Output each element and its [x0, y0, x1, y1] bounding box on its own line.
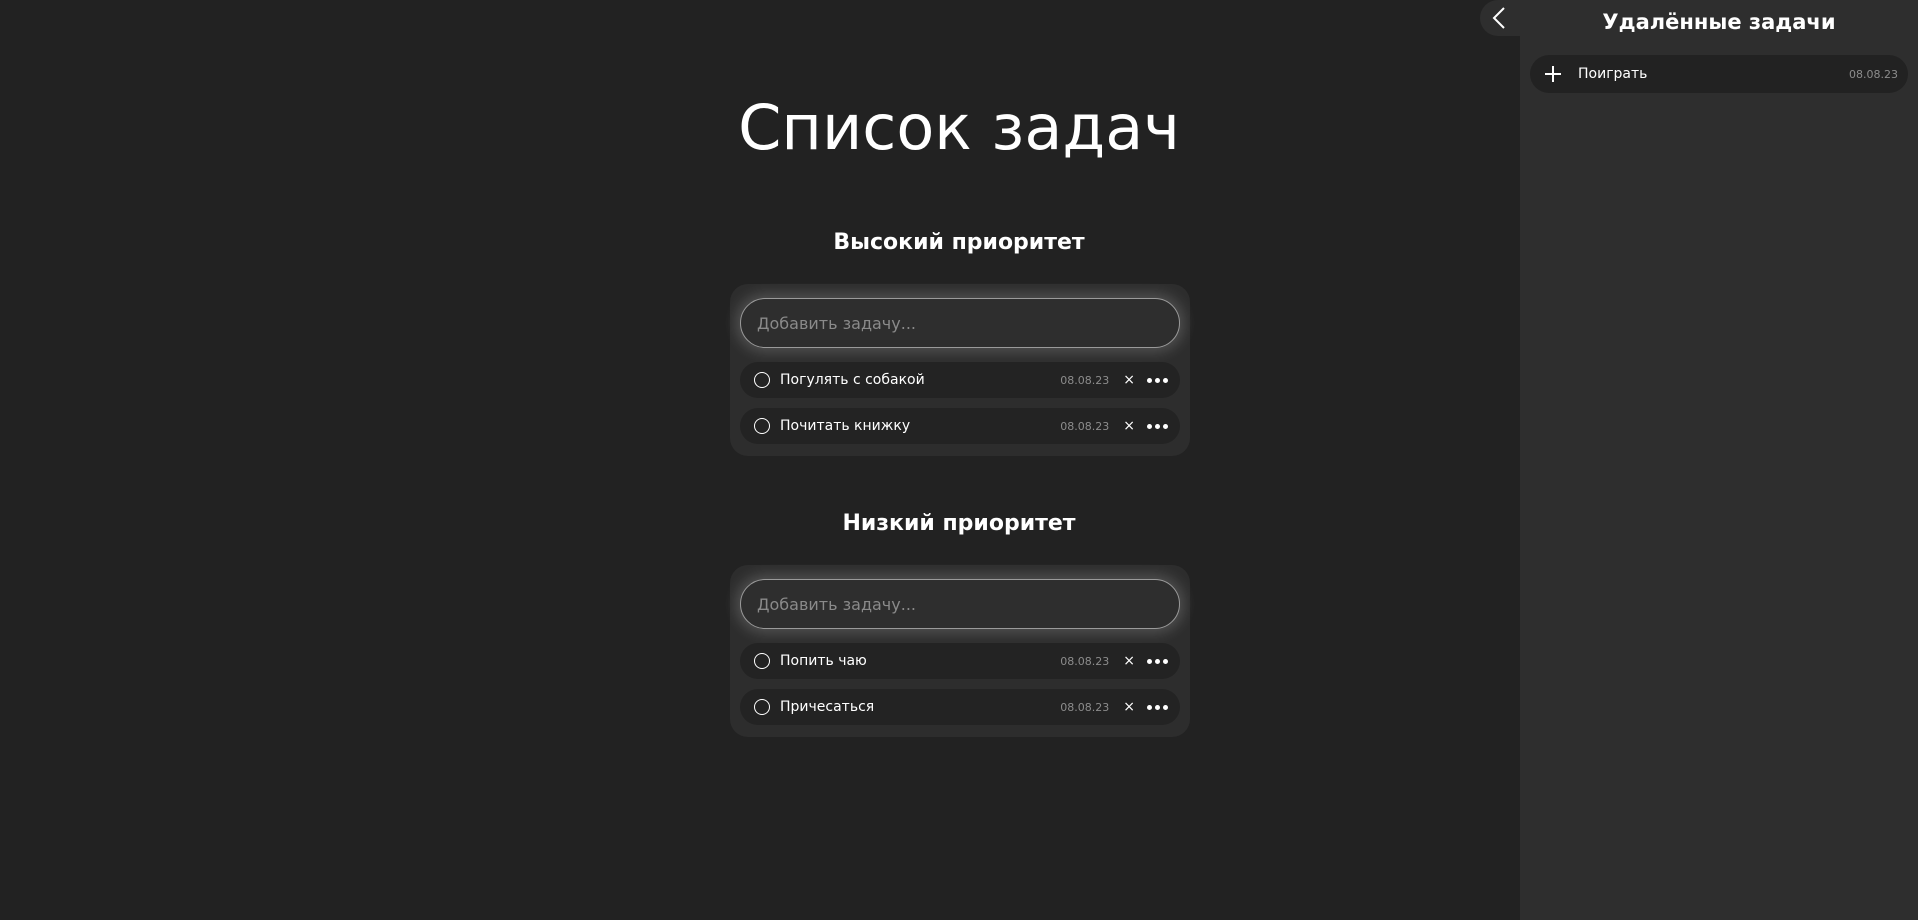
circle-icon[interactable] — [754, 653, 770, 669]
task-item: Погулять с собакой 08.08.23 × — [740, 362, 1180, 398]
more-dots-icon[interactable] — [1147, 701, 1168, 714]
main-area: Список задач Высокий приоритет Погулять … — [0, 0, 1520, 920]
close-icon[interactable]: × — [1123, 654, 1135, 668]
sidebar-title: Удалённые задачи — [1602, 10, 1836, 34]
chevron-left-icon — [1492, 7, 1505, 29]
task-text: Почитать книжку — [780, 418, 911, 434]
task-list-low: Попить чаю 08.08.23 × Причесаться 08.08.… — [740, 643, 1180, 725]
add-task-input-high[interactable] — [740, 298, 1180, 348]
add-task-input-low[interactable] — [740, 579, 1180, 629]
task-item: Причесаться 08.08.23 × — [740, 689, 1180, 725]
deleted-task-date: 08.08.23 — [1849, 67, 1898, 81]
task-item: Почитать книжку 08.08.23 × — [740, 408, 1180, 444]
task-date: 08.08.23 — [1060, 373, 1110, 387]
task-text: Попить чаю — [780, 653, 867, 669]
task-text: Причесаться — [780, 699, 875, 715]
more-dots-icon[interactable] — [1147, 655, 1168, 668]
deleted-task-item: Поиграть 08.08.23 — [1530, 55, 1908, 93]
task-date: 08.08.23 — [1060, 419, 1110, 433]
task-panel-high: Погулять с собакой 08.08.23 × Почитать к… — [730, 284, 1190, 456]
task-date: 08.08.23 — [1060, 654, 1110, 668]
circle-icon[interactable] — [754, 699, 770, 715]
close-icon[interactable]: × — [1123, 419, 1135, 433]
circle-icon[interactable] — [754, 418, 770, 434]
task-text: Погулять с собакой — [780, 372, 925, 388]
task-list-high: Погулять с собакой 08.08.23 × Почитать к… — [740, 362, 1180, 444]
plus-icon[interactable] — [1544, 65, 1562, 83]
more-dots-icon[interactable] — [1147, 374, 1168, 387]
circle-icon[interactable] — [754, 372, 770, 388]
sidebar-collapse-button[interactable] — [1480, 0, 1522, 36]
task-date: 08.08.23 — [1060, 700, 1110, 714]
more-dots-icon[interactable] — [1147, 420, 1168, 433]
deleted-tasks-sidebar: Удалённые задачи Поиграть 08.08.23 — [1520, 0, 1918, 920]
close-icon[interactable]: × — [1123, 700, 1135, 714]
task-panel-low: Попить чаю 08.08.23 × Причесаться 08.08.… — [730, 565, 1190, 737]
deleted-task-text: Поиграть — [1578, 66, 1648, 82]
close-icon[interactable]: × — [1123, 373, 1135, 387]
deleted-task-list: Поиграть 08.08.23 — [1530, 55, 1908, 93]
task-item: Попить чаю 08.08.23 × — [740, 643, 1180, 679]
